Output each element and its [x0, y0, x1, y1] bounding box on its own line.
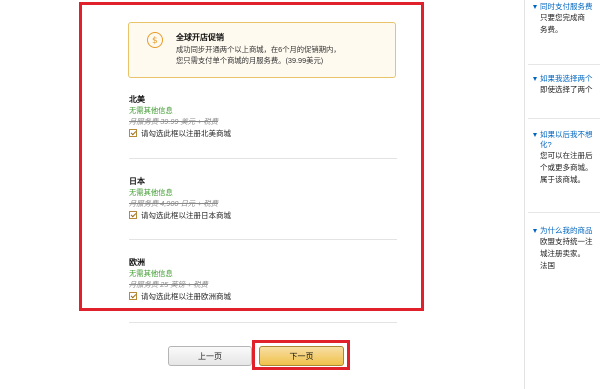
- region-north-america: 北美 无需其他信息 月服务费 39.99 美元 + 税费 请勾选此框以注册北美商…: [129, 94, 399, 139]
- checkbox-checked-icon[interactable]: [129, 129, 137, 137]
- divider: [129, 322, 397, 323]
- checkbox-label: 请勾选此框以注册欧洲商城: [141, 291, 231, 301]
- register-japan-checkbox[interactable]: 请勾选此框以注册日本商城: [129, 209, 399, 221]
- checkbox-label: 请勾选此框以注册北美商城: [141, 128, 231, 138]
- region-name: 日本: [129, 177, 145, 186]
- no-info-required: 无需其他信息: [129, 188, 173, 197]
- svg-text:$: $: [152, 36, 158, 45]
- register-europe-checkbox[interactable]: 请勾选此框以注册欧洲商城: [129, 290, 399, 302]
- region-japan: 日本 无需其他信息 月服务费 4,900 日元 + 税费 请勾选此框以注册日本商…: [129, 176, 399, 221]
- divider: [528, 212, 600, 213]
- faq-link[interactable]: 为什么我的商品: [532, 226, 600, 236]
- monthly-fee: 月服务费 39.99 美元 + 税费: [129, 117, 219, 126]
- faq-item-pay-fee: 同时支付服务费 只要您完成商 务费。: [532, 2, 600, 36]
- faq-item-change-later: 如果以后我不想 化? 您可以在注册后 个或更多商城。 属于该商城。: [532, 130, 600, 186]
- checkbox-checked-icon[interactable]: [129, 211, 137, 219]
- monthly-fee: 月服务费 25 英镑 + 税费: [129, 280, 208, 289]
- checkbox-label: 请勾选此框以注册日本商城: [141, 210, 231, 220]
- faq-answer: 即使选择了两个: [540, 85, 593, 94]
- region-name: 北美: [129, 95, 145, 104]
- no-info-required: 无需其他信息: [129, 269, 173, 278]
- promotion-box: $ 全球开店促销 成功同步开通两个以上商城，在6个月的促销期内， 您只需支付单个…: [128, 22, 396, 78]
- faq-answer: 只要您完成商 务费。: [540, 13, 585, 34]
- no-info-required: 无需其他信息: [129, 106, 173, 115]
- sidebar-divider: [524, 0, 525, 389]
- previous-page-button[interactable]: 上一页: [168, 346, 252, 366]
- faq-link[interactable]: 如果以后我不想 化?: [532, 130, 600, 150]
- checkbox-checked-icon[interactable]: [129, 292, 137, 300]
- gear-badge-icon: $: [147, 32, 163, 48]
- faq-item-choose-two: 如果我选择两个 即使选择了两个: [532, 74, 600, 96]
- register-north-america-checkbox[interactable]: 请勾选此框以注册北美商城: [129, 127, 399, 139]
- region-europe: 欧洲 无需其他信息 月服务费 25 英镑 + 税费 请勾选此框以注册欧洲商城: [129, 257, 399, 302]
- promo-text: 成功同步开通两个以上商城，在6个月的促销期内， 您只需支付单个商城的月服务费。(…: [176, 45, 341, 65]
- divider: [129, 158, 397, 159]
- monthly-fee: 月服务费 4,900 日元 + 税费: [129, 199, 219, 208]
- faq-item-why-products: 为什么我的商品 欧盟支持统一注 城注册卖家。 法国: [532, 226, 600, 272]
- faq-answer: 欧盟支持统一注 城注册卖家。 法国: [540, 237, 593, 270]
- divider: [528, 118, 600, 119]
- region-name: 欧洲: [129, 258, 145, 267]
- faq-link[interactable]: 同时支付服务费: [532, 2, 600, 12]
- divider: [129, 239, 397, 240]
- promo-title: 全球开店促销: [176, 33, 224, 42]
- faq-link[interactable]: 如果我选择两个: [532, 74, 600, 84]
- faq-answer: 您可以在注册后 个或更多商城。 属于该商城。: [540, 151, 593, 184]
- next-page-button[interactable]: 下一页: [259, 346, 344, 366]
- divider: [528, 64, 600, 65]
